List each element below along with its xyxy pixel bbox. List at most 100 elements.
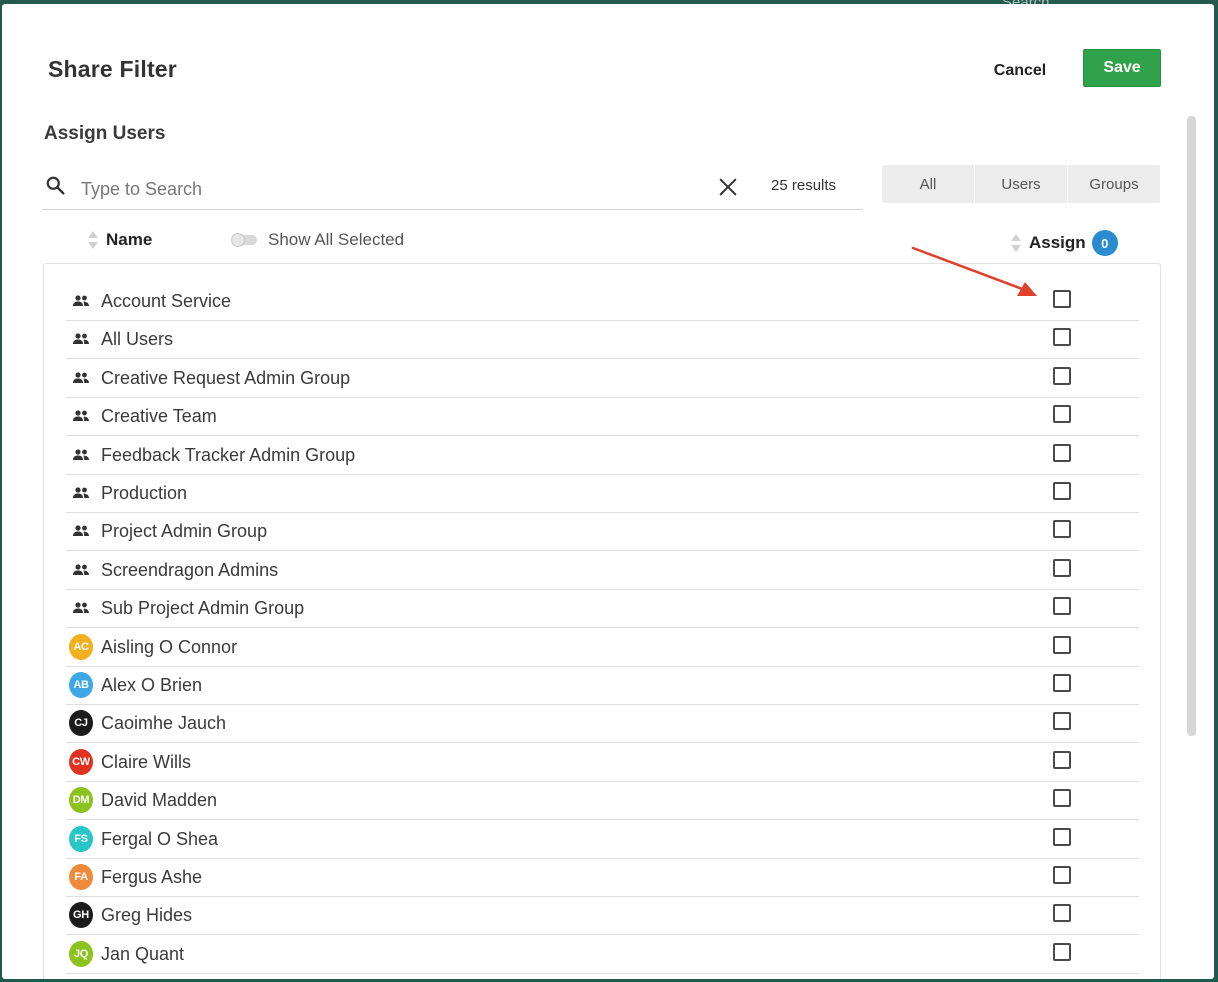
search-input[interactable] (79, 173, 703, 205)
assign-checkbox[interactable] (1053, 942, 1071, 961)
group-icon-glyph (73, 487, 89, 498)
avatar: GH (69, 902, 93, 929)
search-bar: 25 results (43, 167, 863, 210)
list-item[interactable]: CJ Caoimhe Jauch (66, 706, 1139, 744)
assign-checkbox[interactable] (1053, 750, 1071, 769)
assign-checkbox[interactable] (1053, 558, 1071, 577)
sort-icon (88, 230, 98, 250)
list-item[interactable]: Feedback Tracker Admin Group (66, 438, 1139, 475)
list-item[interactable]: All Users (66, 322, 1139, 360)
list-item[interactable]: Creative Team (66, 399, 1139, 437)
group-icon-glyph (73, 525, 89, 537)
group-icon (69, 596, 93, 620)
assign-checkbox[interactable] (1053, 520, 1071, 539)
assign-checkbox[interactable] (1053, 405, 1071, 424)
show-all-selected-label: Show All Selected (268, 230, 405, 249)
avatar-initials: DM (69, 787, 93, 814)
group-icon (69, 327, 93, 351)
annotation-arrow (911, 246, 1037, 296)
filter-groups-button[interactable]: Groups (1068, 165, 1160, 203)
avatar-initials: FA (69, 864, 93, 890)
list-item-label: Sub Project Admin Group (101, 598, 305, 619)
group-icon (69, 519, 93, 543)
save-button[interactable]: Save (1083, 49, 1161, 87)
list-item[interactable]: AB Alex O Brien (66, 668, 1139, 705)
share-filter-dialog: Share Filter Cancel Save Assign Users 25… (2, 4, 1214, 979)
list-item-label: Alex O Brien (101, 675, 203, 695)
avatar: DM (69, 787, 93, 814)
list-item[interactable]: FS Fergal O Shea (66, 822, 1139, 859)
list-item[interactable]: DM David Madden (66, 783, 1139, 821)
filter-users-button[interactable]: Users (975, 165, 1068, 203)
avatar: CJ (69, 710, 93, 737)
avatar: AB (69, 672, 93, 698)
group-icon-glyph (73, 333, 89, 345)
list-item-label: Greg Hides (101, 905, 193, 926)
search-icon (46, 176, 65, 195)
avatar-initials: AC (69, 633, 93, 660)
assign-checkbox[interactable] (1053, 366, 1071, 385)
list-item-label: All Users (101, 329, 174, 350)
list-item[interactable]: CW Claire Wills (66, 745, 1139, 782)
list-item-label: Aisling O Connor (101, 636, 238, 657)
cancel-button[interactable]: Cancel (977, 56, 1063, 86)
group-icon-glyph (73, 410, 89, 422)
assign-count-badge: 0 (1091, 230, 1118, 256)
filter-all-button[interactable]: All (882, 165, 975, 203)
group-icon-glyph (73, 295, 89, 306)
assign-checkbox[interactable] (1053, 597, 1071, 616)
list-item-label: Creative Team (101, 406, 217, 427)
list-item-label: Production (101, 483, 188, 503)
avatar: JQ (69, 940, 93, 967)
assign-checkbox[interactable] (1053, 827, 1071, 846)
type-filter-segmented-control: All Users Groups (882, 165, 1160, 203)
list-item[interactable]: Creative Request Admin Group (66, 361, 1139, 398)
avatar: CW (69, 748, 93, 775)
assign-checkbox[interactable] (1053, 904, 1071, 923)
list-item-label: Creative Request Admin Group (101, 367, 351, 388)
list-item[interactable]: Screendragon Admins (66, 553, 1139, 590)
list-item[interactable]: AC Aisling O Connor (66, 630, 1139, 667)
avatar: FS (69, 825, 93, 852)
assign-checkbox[interactable] (1053, 712, 1071, 731)
group-icon (69, 366, 93, 390)
group-icon (69, 443, 93, 467)
toggle-switch[interactable] (231, 233, 257, 247)
close-icon[interactable] (717, 176, 739, 198)
assign-checkbox[interactable] (1053, 789, 1071, 808)
name-column-label: Name (106, 230, 153, 249)
avatar: FA (69, 864, 93, 890)
group-icon (69, 558, 93, 582)
list-item-label: Screendragon Admins (101, 559, 279, 580)
list-item[interactable]: FA Fergus Ashe (66, 860, 1139, 897)
list-item[interactable]: Sub Project Admin Group (66, 591, 1139, 629)
scrollbar[interactable] (1187, 116, 1196, 736)
group-icon-glyph (73, 564, 89, 575)
list-item[interactable]: GH Greg Hides (66, 898, 1139, 936)
assignee-list: Account Service All Users Creative Request… (43, 263, 1161, 979)
assign-checkbox[interactable] (1053, 635, 1071, 654)
name-column-header[interactable]: Name (88, 230, 152, 250)
list-item-label: Fergus Ashe (101, 867, 203, 887)
group-icon (69, 404, 93, 428)
avatar-initials: AB (69, 672, 93, 698)
list-item-label: Claire Wills (101, 751, 191, 772)
results-count: 25 results (771, 177, 837, 194)
section-title: Assign Users (44, 123, 166, 144)
assign-checkbox[interactable] (1053, 866, 1071, 884)
list-item[interactable]: Project Admin Group (66, 514, 1139, 552)
avatar-initials: GH (69, 902, 93, 929)
assign-checkbox[interactable] (1053, 674, 1071, 692)
avatar-initials: CW (69, 748, 93, 775)
list-item-label: Feedback Tracker Admin Group (101, 444, 356, 465)
group-icon (69, 289, 93, 313)
assign-checkbox[interactable] (1053, 443, 1071, 462)
list-item[interactable]: Production (66, 476, 1139, 513)
assign-checkbox[interactable] (1053, 328, 1071, 347)
list-item-label: Account Service (101, 291, 232, 311)
group-icon-glyph (73, 602, 89, 614)
assign-checkbox[interactable] (1053, 482, 1071, 500)
list-item[interactable]: JQ Jan Quant (66, 937, 1139, 974)
avatar-initials: JQ (69, 940, 93, 967)
show-all-selected-toggle[interactable]: Show All Selected (231, 230, 405, 250)
